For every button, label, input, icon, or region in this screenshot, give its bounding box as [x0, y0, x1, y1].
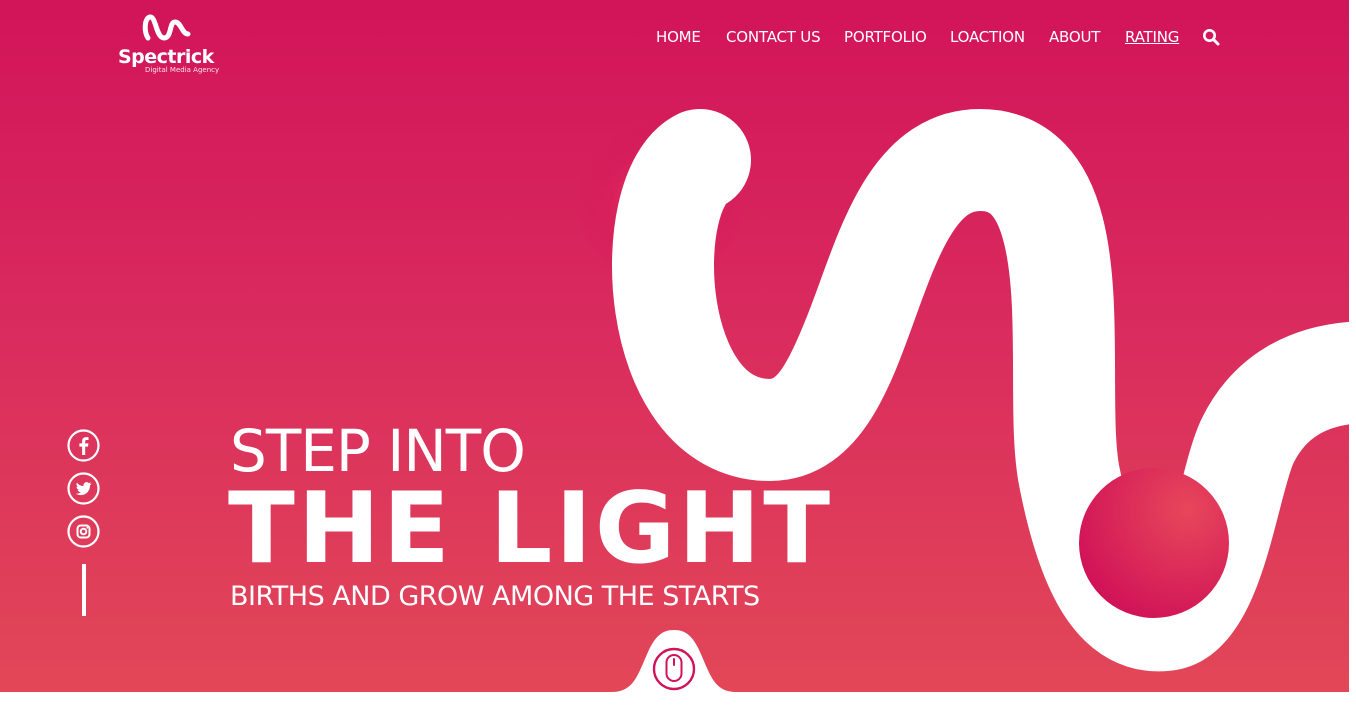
facebook-icon[interactable]: [67, 429, 100, 462]
gradient-orb: [1079, 468, 1229, 618]
nav-item-location[interactable]: LOACTION: [950, 26, 1025, 48]
hero-section: Spectrick Digital Media Agency HOME CONT…: [0, 0, 1349, 692]
nav-item-contact-us[interactable]: CONTACT US: [726, 26, 821, 48]
main-navigation: HOME CONTACT US PORTFOLIO LOACTION ABOUT…: [0, 26, 1349, 50]
search-icon[interactable]: [1202, 28, 1220, 46]
instagram-icon[interactable]: [67, 515, 100, 548]
nav-item-portfolio[interactable]: PORTFOLIO: [844, 26, 927, 48]
social-divider-line: [82, 564, 86, 616]
mouse-scroll-icon[interactable]: [652, 645, 696, 692]
twitter-icon[interactable]: [67, 472, 100, 505]
hero-subheadline: BIRTHS AND GROW AMONG THE STARTS: [230, 581, 760, 612]
nav-item-home[interactable]: HOME: [656, 26, 701, 48]
brand-tagline: Digital Media Agency: [145, 66, 220, 74]
nav-item-about[interactable]: ABOUT: [1049, 26, 1100, 48]
hero-headline-main: THE LIGHT: [228, 472, 834, 586]
nav-item-rating[interactable]: RATING: [1125, 26, 1179, 48]
